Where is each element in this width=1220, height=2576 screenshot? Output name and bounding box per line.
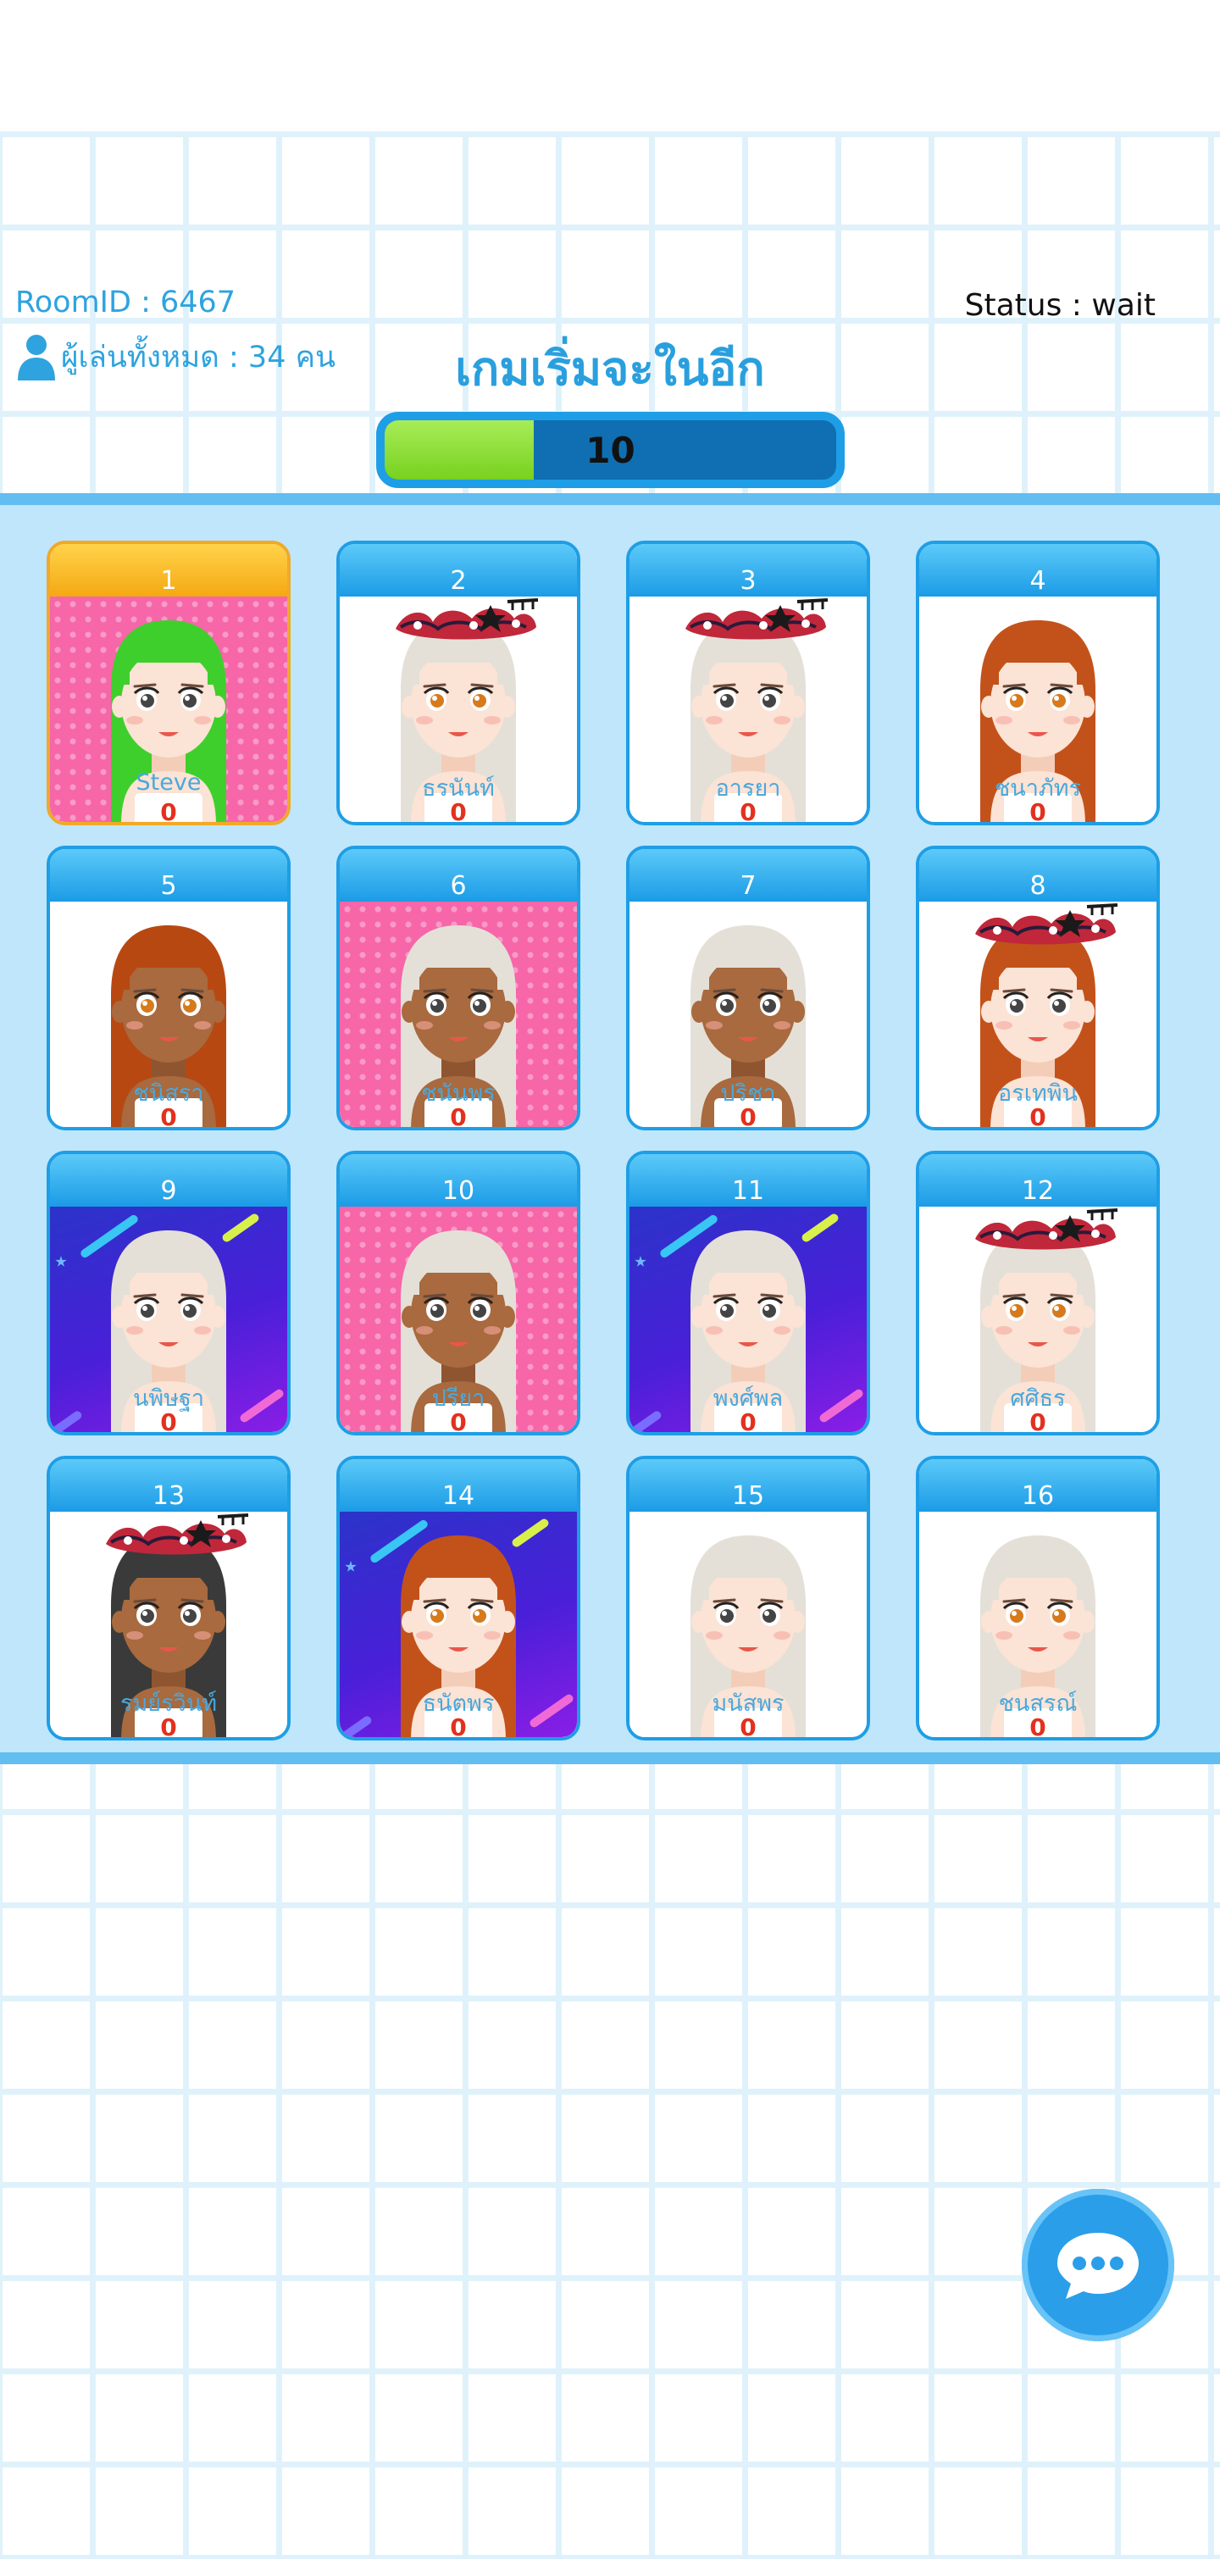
player-card-header: 6 [340,849,577,902]
player-score: 0 [450,798,467,822]
player-card-body: รมย์รวินท์ 0 [50,1512,287,1737]
player-card-body: ศศิธร 0 [919,1207,1156,1432]
player-card-body: อารยา 0 [629,597,867,822]
player-card-body: ชนาภัทร 0 [919,597,1156,822]
player-card-header: 12 [919,1154,1156,1207]
player-number: 6 [450,871,467,901]
player-card[interactable]: 1 Steve 0 [47,541,291,825]
player-score: 0 [450,1713,467,1737]
chat-button[interactable] [1022,2189,1174,2341]
player-number: 1 [160,566,177,596]
player-number: 8 [1029,871,1046,901]
bottom-strip [0,2559,1220,2576]
status-label: Status : wait [964,288,1156,323]
player-card[interactable]: 12 ศศิธร 0 [916,1151,1160,1435]
player-card[interactable]: 6 ชนันพร 0 [336,846,580,1130]
king-badge-icon [396,598,539,640]
player-score: 0 [160,798,177,822]
player-card-body: ปรียา 0 [340,1207,577,1432]
player-card[interactable]: 16 ชนสรณ์ 0 [916,1456,1160,1740]
player-card-header: 14 [340,1459,577,1512]
player-score: 0 [160,1408,177,1432]
player-card-header: 4 [919,544,1156,597]
player-name: Steve [136,769,202,796]
player-card-header: 8 [919,849,1156,902]
player-card[interactable]: 11 พงศ์พล 0 [626,1151,870,1435]
countdown-title: เกมเริ่มจะในอีก [455,341,765,396]
player-number: 3 [740,566,757,596]
player-score: 0 [160,1103,177,1127]
player-card[interactable]: 14 ธนัตพร 0 [336,1456,580,1740]
player-card-body: มนัสพร 0 [629,1512,867,1737]
player-score: 0 [1029,1103,1046,1127]
players-count-text: ผู้เล่นทั้งหมด : 34 คน [61,340,336,375]
player-card-header: 11 [629,1154,867,1207]
room-id-label: RoomID : 6467 [15,286,236,319]
player-score: 0 [740,1103,757,1127]
player-card[interactable]: 15 มนัสพร 0 [626,1456,870,1740]
player-card-body: ชนันพร 0 [340,902,577,1127]
king-badge-icon [685,598,829,640]
player-number: 5 [160,871,177,901]
player-number: 14 [441,1481,475,1511]
player-card[interactable]: 2 ธรนันท์ 0 [336,541,580,825]
player-score: 0 [450,1103,467,1127]
player-card[interactable]: 13 รมย์รวินท์ 0 [47,1456,291,1740]
king-badge-icon [106,1513,249,1555]
user-icon [18,335,55,380]
player-card-body: ธรนันท์ 0 [340,597,577,822]
player-card-body: นพิษฐา 0 [50,1207,287,1432]
player-score: 0 [1029,1713,1046,1737]
player-number: 13 [152,1481,186,1511]
player-card[interactable]: 10 ปรียา 0 [336,1151,580,1435]
player-number: 9 [160,1176,177,1206]
countdown-value: 10 [585,429,635,471]
player-board: 1 Steve 0 2 ธรนันท์ 0 3 อารยา 0 4 ชนาภัท… [0,493,1220,1764]
player-card-body: อรเทพิน 0 [919,902,1156,1127]
player-card-header: 2 [340,544,577,597]
player-card[interactable]: 5 ชนิสรา 0 [47,846,291,1130]
player-score: 0 [740,1408,757,1432]
player-card-body: Steve 0 [50,597,287,822]
player-card-body: ธนัตพร 0 [340,1512,577,1737]
player-number: 15 [731,1481,765,1511]
player-number: 2 [450,566,467,596]
player-score: 0 [740,798,757,822]
player-card-body: ชนสรณ์ 0 [919,1512,1156,1737]
player-card-header: 5 [50,849,287,902]
player-card-header: 9 [50,1154,287,1207]
chat-bubble-icon [1057,2233,1139,2299]
player-card-header: 1 [50,544,287,597]
king-badge-icon [975,903,1118,945]
players-count: ผู้เล่นทั้งหมด : 34 คน [15,333,336,380]
king-badge-icon [975,1208,1118,1250]
player-card-header: 7 [629,849,867,902]
player-card-body: ปริชา 0 [629,902,867,1127]
player-number: 7 [740,871,757,901]
player-score: 0 [1029,798,1046,822]
player-number: 10 [441,1176,475,1206]
player-card[interactable]: 3 อารยา 0 [626,541,870,825]
player-card[interactable]: 7 ปริชา 0 [626,846,870,1130]
player-card-body: พงศ์พล 0 [629,1207,867,1432]
player-card-header: 13 [50,1459,287,1512]
player-score: 0 [1029,1408,1046,1432]
player-score: 0 [450,1408,467,1432]
player-card-header: 16 [919,1459,1156,1512]
player-card[interactable]: 9 นพิษฐา 0 [47,1151,291,1435]
player-card-body: ชนิสรา 0 [50,902,287,1127]
player-card[interactable]: 8 อรเทพิน 0 [916,846,1160,1130]
player-score: 0 [740,1713,757,1737]
player-card[interactable]: 4 ชนาภัทร 0 [916,541,1160,825]
player-number: 16 [1021,1481,1055,1511]
player-card-header: 3 [629,544,867,597]
player-number: 4 [1029,566,1046,596]
player-card-header: 10 [340,1154,577,1207]
player-number: 12 [1021,1176,1055,1206]
player-card-header: 15 [629,1459,867,1512]
player-number: 11 [731,1176,765,1206]
player-score: 0 [160,1713,177,1737]
countdown-progress-bar: 10 [376,412,845,488]
